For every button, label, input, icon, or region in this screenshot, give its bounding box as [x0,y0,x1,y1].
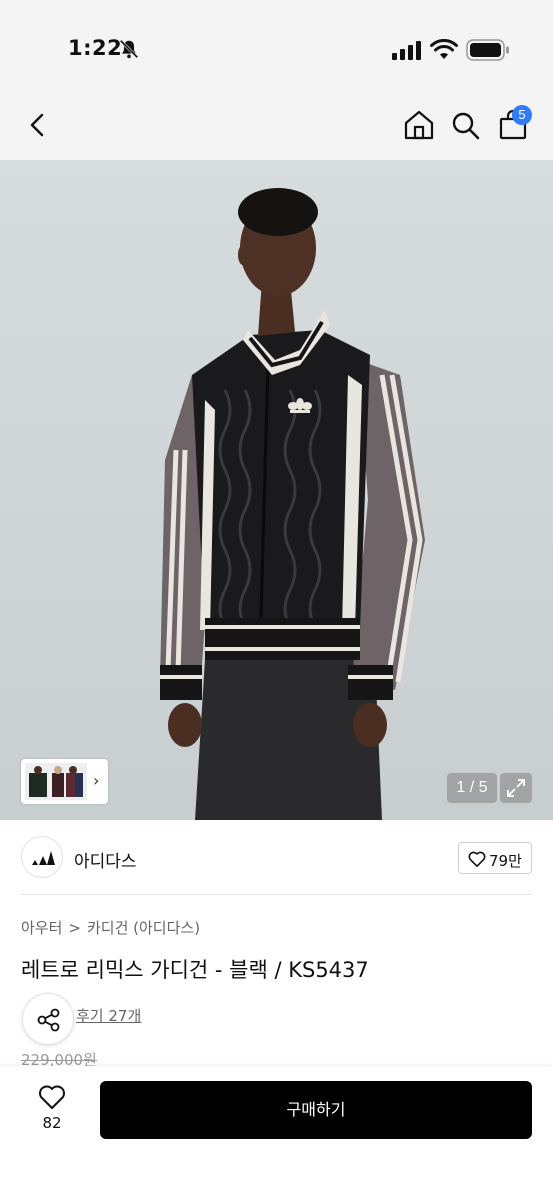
wishlist-button[interactable]: 82 [30,1080,74,1136]
back-icon[interactable] [24,108,52,142]
status-bar: 1:22 [0,0,553,100]
breadcrumb-separator: > [68,919,81,937]
expand-button[interactable] [500,773,532,803]
bottom-action-bar: 82 구매하기 [0,1066,553,1200]
brand-like-count: 79만 [489,852,522,870]
brand-like-button[interactable]: 79만 [458,842,532,874]
product-photo [160,188,425,820]
cart-count-badge: 5 [512,105,532,125]
adidas-logo-icon [32,851,55,865]
wifi-icon [430,39,458,59]
buy-button[interactable]: 구매하기 [100,1081,532,1139]
page-indicator: 1 / 5 [447,773,497,803]
heart-icon [39,1085,65,1109]
breadcrumb-item-outer[interactable]: 아우터 [21,919,62,937]
top-nav: 5 [0,100,553,160]
reviews-link[interactable]: 후기 27개 [76,1005,141,1026]
thumbnail-strip[interactable]: › [21,759,108,804]
thumbnail-images [25,763,87,800]
brand-row[interactable]: 아디다스 79만 [0,820,553,896]
wishlist-count: 82 [42,1114,62,1132]
breadcrumb-item-cardigan[interactable]: 카디건 (아디다스) [87,919,200,937]
signal-icon [392,41,421,60]
share-button[interactable] [22,993,74,1045]
product-title: 레트로 리믹스 가디건 - 블랙 / KS5437 [21,958,369,982]
home-icon[interactable] [402,108,436,142]
share-icon [37,1008,60,1032]
heart-icon [468,851,486,868]
divider [21,894,532,895]
search-icon[interactable] [448,108,482,142]
battery-icon [466,39,509,61]
thumbnail-chevron-icon: › [93,771,100,790]
brand-logo[interactable] [21,836,63,878]
brand-name[interactable]: 아디다스 [74,847,137,872]
product-image-gallery[interactable]: › 1 / 5 [0,160,553,820]
bell-slash-icon [119,39,139,59]
breadcrumb: 아우터 > 카디건 (아디다스) [21,917,200,938]
expand-icon [507,779,525,797]
status-time: 1:22 [68,36,123,60]
